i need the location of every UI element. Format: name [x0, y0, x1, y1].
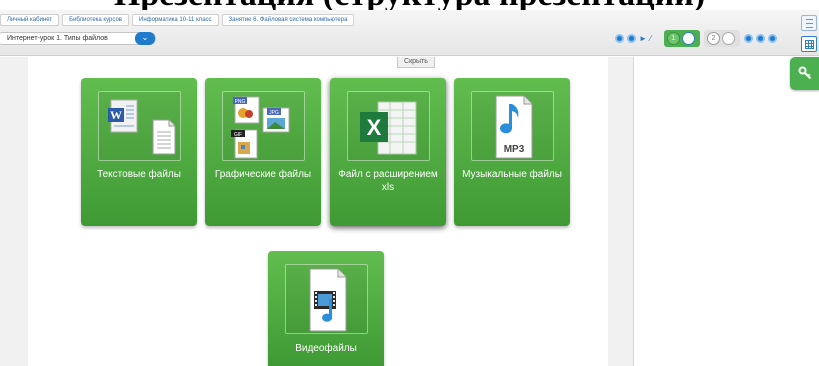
breadcrumb-item-lesson[interactable]: Занятие 6. Файловая система компьютера — [221, 14, 355, 26]
key-icon — [798, 66, 812, 80]
breadcrumb-item-cabinet[interactable]: Личный кабинет — [0, 14, 60, 26]
tile-label: Графические файлы — [214, 169, 312, 180]
play-icon[interactable]: ► — [639, 34, 647, 43]
page-dot-icon[interactable] — [722, 31, 735, 45]
tile-label: Музыкальные файлы — [462, 169, 562, 180]
page-group-next: 2 — [704, 29, 740, 47]
nav-last-icon[interactable] — [756, 33, 765, 43]
table-icon[interactable] — [801, 36, 817, 52]
tile-label: Текстовые файлы — [97, 169, 181, 180]
hide-button[interactable]: Скрыть — [397, 57, 435, 68]
header-bar: Личный кабинет Библиотека курсов Информа… — [0, 10, 819, 56]
breadcrumb-item-course[interactable]: Информатика 10-11 класс — [132, 14, 219, 26]
mp3-label: MP3 — [504, 144, 525, 155]
page-button-2[interactable]: 2 — [707, 31, 720, 45]
breadcrumb: Личный кабинет Библиотека курсов Информа… — [0, 13, 357, 27]
word-document-icon: W — [98, 91, 181, 161]
video-file-icon — [285, 264, 368, 334]
document-icon[interactable] — [801, 15, 817, 31]
pencil-icon[interactable]: ⁄ — [650, 34, 658, 43]
lesson-navigation: ► ⁄ 1 2 — [615, 29, 780, 47]
jpg-label: JPG — [269, 110, 279, 116]
nav-first-icon[interactable] — [615, 33, 624, 43]
lesson-select-value: Интернет-урок 1. Типы файлов — [7, 35, 108, 42]
tile-xls-files[interactable]: X Файл с расширением xls — [330, 78, 446, 226]
nav-end-icon[interactable] — [768, 33, 777, 43]
tile-label: Файл с расширением xls — [338, 169, 438, 193]
chevron-down-icon[interactable]: ⌄ — [135, 32, 155, 45]
mp3-file-icon: MP3 — [471, 91, 554, 161]
svg-text:X: X — [367, 115, 382, 140]
page-button-1[interactable]: 1 — [667, 31, 680, 45]
tile-video-files[interactable]: Видеофайлы — [268, 251, 384, 366]
excel-file-icon: X — [347, 91, 430, 161]
right-panel — [634, 57, 819, 366]
lesson-select[interactable]: Интернет-урок 1. Типы файлов ⌄ — [0, 32, 156, 45]
nav-next-icon[interactable] — [744, 33, 753, 43]
page-dot-icon[interactable] — [682, 31, 695, 45]
breadcrumb-item-library[interactable]: Библиотека курсов — [62, 14, 129, 26]
page-group-current: 1 — [664, 29, 700, 47]
right-gutter — [608, 57, 634, 366]
left-gutter — [0, 57, 28, 366]
tile-graphic-files[interactable]: PNG JPG GIF Графические файлы — [205, 78, 321, 226]
nav-prev-icon[interactable] — [627, 33, 636, 43]
key-tab[interactable] — [790, 57, 819, 90]
image-files-icon: PNG JPG GIF — [222, 91, 305, 161]
svg-text:W: W — [110, 108, 122, 122]
tile-label: Видеофайлы — [295, 343, 357, 354]
tile-music-files[interactable]: MP3 Музыкальные файлы — [454, 78, 570, 226]
png-label: PNG — [235, 99, 246, 105]
gif-label: GIF — [234, 132, 242, 138]
cropped-slide-title: Презентация (структура презентации) — [0, 0, 819, 10]
tile-text-files[interactable]: W Текстовые файлы — [81, 78, 197, 226]
